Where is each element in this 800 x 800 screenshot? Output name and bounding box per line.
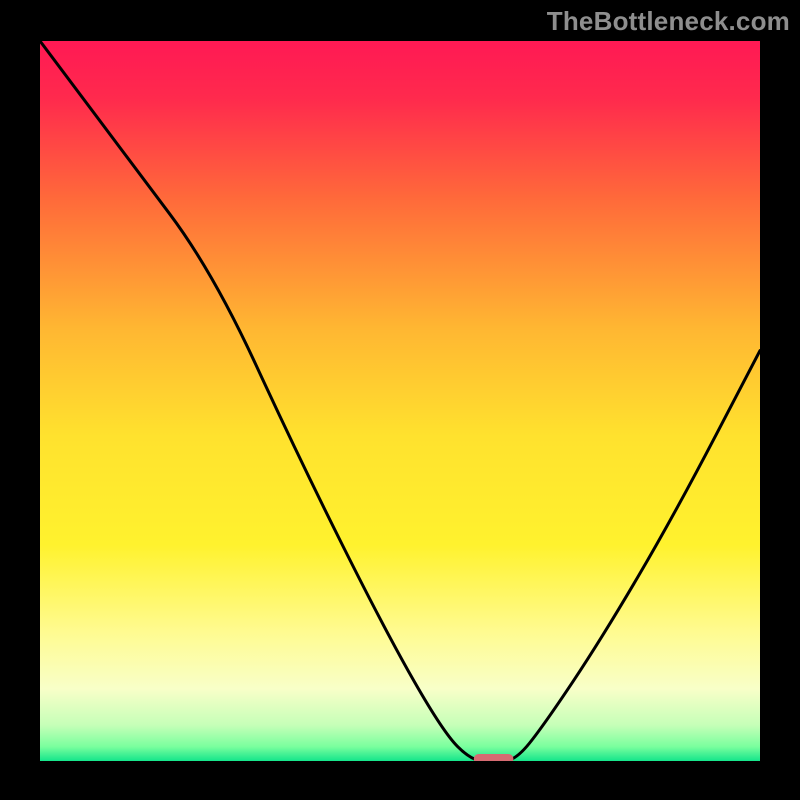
bottleneck-plot	[40, 41, 760, 761]
watermark-text: TheBottleneck.com	[547, 6, 790, 37]
plot-svg	[40, 41, 760, 761]
optimal-marker	[474, 754, 514, 761]
chart-frame: TheBottleneck.com	[0, 0, 800, 800]
